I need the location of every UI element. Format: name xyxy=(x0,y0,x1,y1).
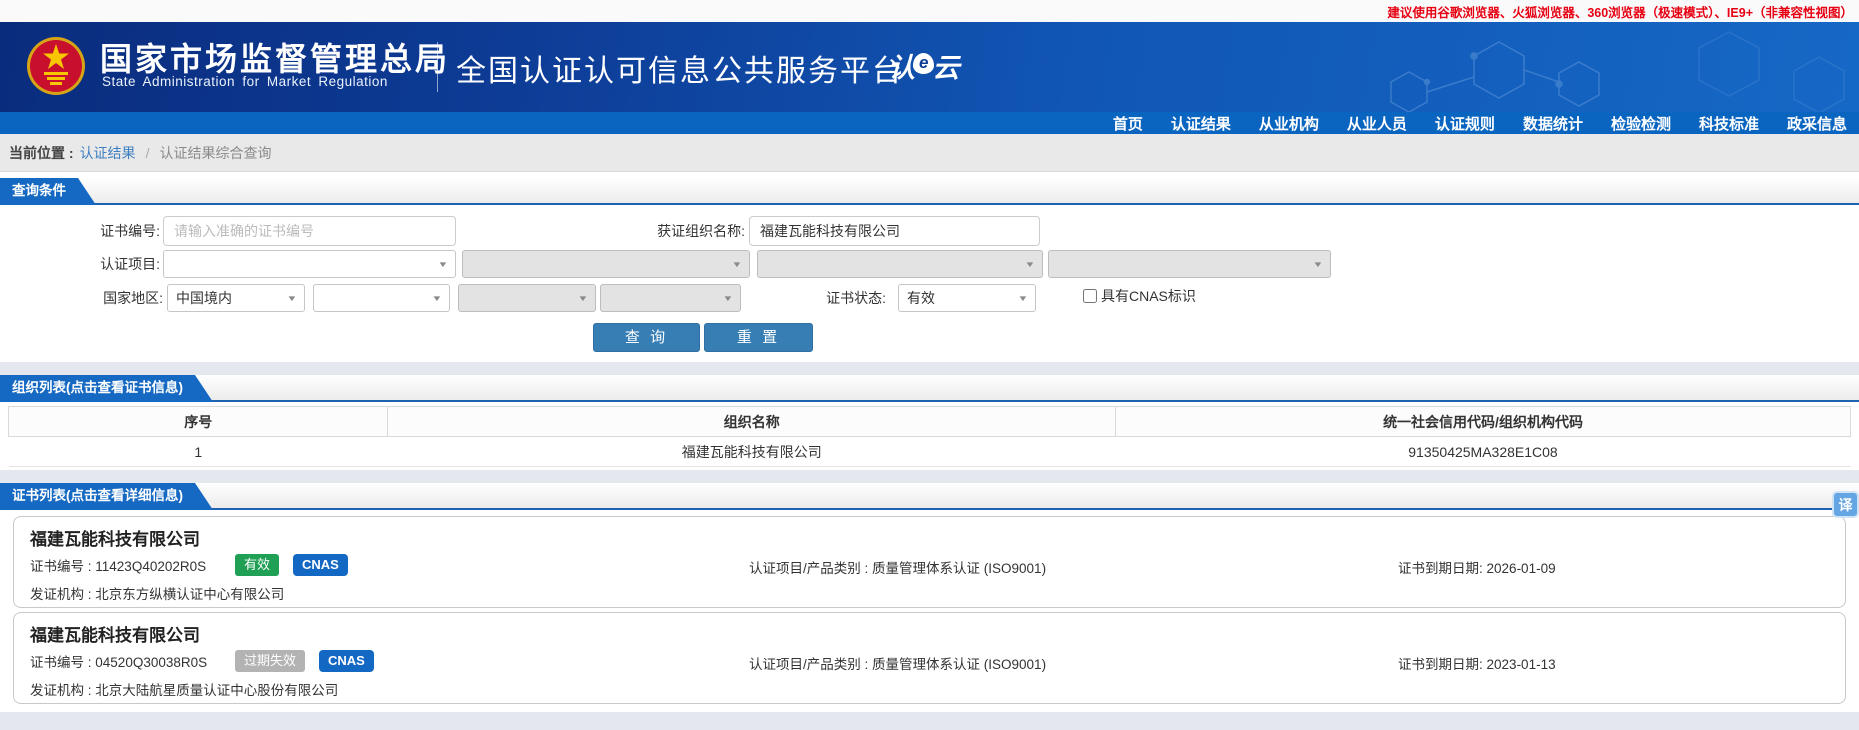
org-table-header-name: 组织名称 xyxy=(387,406,1117,437)
project-select-level1[interactable]: ▼ xyxy=(163,250,456,278)
dropdown-arrow-icon: ▼ xyxy=(577,293,589,303)
nav-item-institutions[interactable]: 从业机构 xyxy=(1259,113,1319,134)
breadcrumb-current-page: 认证结果综合查询 xyxy=(159,144,272,161)
breadcrumb-link-cert-results[interactable]: 认证结果 xyxy=(80,143,136,163)
site-header: 国家市场监督管理总局 State Administration for Mark… xyxy=(0,22,1859,112)
reset-button[interactable]: 重 置 xyxy=(704,323,813,352)
org-table-header-index: 序号 xyxy=(7,406,389,437)
org-table-header-code: 统一社会信用代码/组织机构代码 xyxy=(1115,406,1851,437)
dropdown-arrow-icon: ▼ xyxy=(286,293,298,303)
cert-card-org-name: 福建瓦能科技有限公司 xyxy=(30,626,200,645)
cnas-checkbox[interactable] xyxy=(1083,289,1097,303)
agency-title-en: State Administration for Market Regulati… xyxy=(102,74,388,89)
dropdown-arrow-icon: ▼ xyxy=(722,293,734,303)
nav-item-statistics[interactable]: 数据统计 xyxy=(1523,113,1583,134)
cert-issuer-text: 发证机构 : 北京大陆航星质量认证中心股份有限公司 xyxy=(30,683,339,698)
hex-pattern-decoration xyxy=(1390,31,1845,112)
project-select-level2: ▼ xyxy=(462,250,750,278)
cert-card[interactable]: 福建瓦能科技有限公司 证书编号 : 04520Q30038R0S 过期失效 CN… xyxy=(13,612,1846,704)
page: 建议使用谷歌浏览器、火狐浏览器、360浏览器（极速模式）、IE9+（非兼容性视图… xyxy=(0,0,1859,730)
cert-project-text: 认证项目/产品类别 : 质量管理体系认证 (ISO9001) xyxy=(749,657,1047,672)
breadcrumb-prefix: 当前位置 : xyxy=(9,144,74,161)
main-nav: 首页 认证结果 从业机构 从业人员 认证规则 数据统计 检验检测 科技标准 政采… xyxy=(0,112,1859,134)
region-select-level4: ▼ xyxy=(600,284,741,312)
cert-status-select-value: 有效 xyxy=(907,290,935,306)
nav-item-inspection[interactable]: 检验检测 xyxy=(1611,113,1671,134)
org-list-section: 组织列表(点击查看证书信息) 序号 组织名称 统一社会信用代码/组织机构代码 1… xyxy=(0,375,1859,470)
nav-item-personnel[interactable]: 从业人员 xyxy=(1347,113,1407,134)
org-list-section-tab: 组织列表(点击查看证书信息) xyxy=(0,375,213,402)
org-row-name[interactable]: 福建瓦能科技有限公司 xyxy=(387,436,1116,467)
nav-item-home[interactable]: 首页 xyxy=(1113,113,1143,134)
cnas-checkbox-label: 具有CNAS标识 xyxy=(1101,288,1196,304)
query-tab-strip: 查询条件 xyxy=(0,178,1859,205)
cert-card-meta-row: 证书编号 : 11423Q40202R0S 有效 CNAS xyxy=(30,554,362,576)
org-table-header-row: 序号 组织名称 统一社会信用代码/组织机构代码 xyxy=(7,406,1851,437)
header-divider xyxy=(437,42,438,92)
dropdown-arrow-icon: ▼ xyxy=(431,293,443,303)
cert-card[interactable]: 福建瓦能科技有限公司 证书编号 : 11423Q40202R0S 有效 CNAS… xyxy=(13,516,1846,608)
query-section: 查询条件 证书编号: 获证组织名称: 认证项目: ▼ ▼ ▼ ▼ 国家地区: 中… xyxy=(0,172,1859,362)
search-button[interactable]: 查 询 xyxy=(593,323,700,352)
region-select[interactable]: 中国境内 ▼ xyxy=(167,284,305,312)
org-table-row[interactable]: 1 福建瓦能科技有限公司 91350425MA328E1C08 xyxy=(8,436,1851,467)
cert-no-text: 证书编号 : 11423Q40202R0S xyxy=(30,559,207,574)
region-select-level2[interactable]: ▼ xyxy=(313,284,450,312)
logo-yun: 云 xyxy=(932,53,960,83)
breadcrumb: 当前位置 : 认证结果 / 认证结果综合查询 xyxy=(0,134,1859,172)
cert-no-label: 证书编号: xyxy=(100,223,160,239)
national-emblem xyxy=(27,37,85,95)
breadcrumb-separator: / xyxy=(145,144,150,161)
dropdown-arrow-icon: ▼ xyxy=(1024,259,1036,269)
cert-no-text: 证书编号 : 04520Q30038R0S xyxy=(30,655,208,670)
region-select-level3: ▼ xyxy=(458,284,596,312)
browser-notice-bar: 建议使用谷歌浏览器、火狐浏览器、360浏览器（极速模式）、IE9+（非兼容性视图… xyxy=(0,0,1859,22)
browser-notice-text: 建议使用谷歌浏览器、火狐浏览器、360浏览器（极速模式）、IE9+（非兼容性视图… xyxy=(1387,5,1853,20)
region-label: 国家地区: xyxy=(103,290,163,306)
cert-project-label: 认证项目: xyxy=(100,256,160,272)
cert-list-section: 证书列表(点击查看详细信息) 福建瓦能科技有限公司 证书编号 : 11423Q4… xyxy=(0,483,1859,712)
cert-expiry-text: 证书到期日期: 2026-01-09 xyxy=(1398,561,1556,576)
dropdown-arrow-icon: ▼ xyxy=(1312,259,1324,269)
nav-item-cert-rules[interactable]: 认证规则 xyxy=(1435,113,1495,134)
cnas-badge: CNAS xyxy=(293,554,348,576)
org-row-index[interactable]: 1 xyxy=(8,436,388,467)
project-select-level4: ▼ xyxy=(1048,250,1331,278)
nav-item-procurement[interactable]: 政采信息 xyxy=(1787,113,1847,134)
org-name-input[interactable] xyxy=(749,216,1040,246)
dropdown-arrow-icon: ▼ xyxy=(437,259,449,269)
cert-expiry-text: 证书到期日期: 2023-01-13 xyxy=(1398,657,1556,672)
cert-status-select[interactable]: 有效 ▼ xyxy=(898,284,1036,312)
platform-title: 全国认证认可信息公共服务平台 xyxy=(456,55,904,88)
nav-item-cert-results[interactable]: 认证结果 xyxy=(1171,113,1231,134)
status-badge-valid: 有效 xyxy=(235,554,280,576)
dropdown-arrow-icon: ▼ xyxy=(1017,293,1029,303)
org-row-code[interactable]: 91350425MA328E1C08 xyxy=(1115,436,1851,467)
dropdown-arrow-icon: ▼ xyxy=(731,259,743,269)
org-list-tab-strip: 组织列表(点击查看证书信息) xyxy=(0,375,1859,402)
ren-e-yun-logo: 认e云 xyxy=(888,46,959,85)
query-section-tab: 查询条件 xyxy=(0,178,96,205)
logo-ren: 认 xyxy=(888,53,915,83)
cert-card-org-name: 福建瓦能科技有限公司 xyxy=(30,530,200,549)
region-select-value: 中国境内 xyxy=(176,290,232,306)
cert-issuer-text: 发证机构 : 北京东方纵横认证中心有限公司 xyxy=(30,587,285,602)
org-name-label: 获证组织名称: xyxy=(657,223,745,239)
cert-card-meta-row: 证书编号 : 04520Q30038R0S 过期失效 CNAS xyxy=(30,650,388,672)
cnas-checkbox-group: 具有CNAS标识 xyxy=(1083,286,1196,306)
cert-list-tab-strip: 证书列表(点击查看详细信息) xyxy=(0,483,1859,510)
cnas-badge: CNAS xyxy=(319,650,374,672)
logo-e-cloud-icon: e xyxy=(913,53,935,74)
status-badge-expired: 过期失效 xyxy=(235,650,306,672)
project-select-level3: ▼ xyxy=(757,250,1043,278)
nav-item-tech-standards[interactable]: 科技标准 xyxy=(1699,113,1759,134)
cert-status-label: 证书状态: xyxy=(826,290,886,306)
cert-list-section-tab: 证书列表(点击查看详细信息) xyxy=(0,483,213,510)
cert-project-text: 认证项目/产品类别 : 质量管理体系认证 (ISO9001) xyxy=(749,561,1047,576)
cert-no-input[interactable] xyxy=(163,216,456,246)
org-table: 序号 组织名称 统一社会信用代码/组织机构代码 1 福建瓦能科技有限公司 913… xyxy=(7,406,1851,467)
translate-button[interactable]: 译 xyxy=(1832,491,1859,518)
